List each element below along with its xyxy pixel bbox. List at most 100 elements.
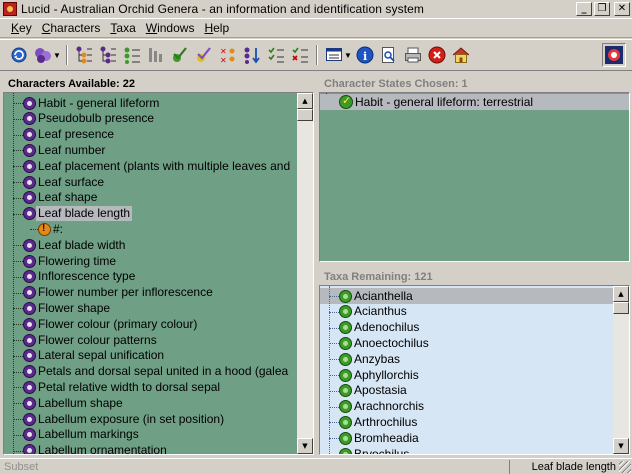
checklist-x-icon[interactable] xyxy=(289,44,311,66)
scroll-up-arrow-icon[interactable]: ▲ xyxy=(613,286,629,302)
character-item[interactable]: Leaf blade length xyxy=(4,206,133,222)
close-button[interactable]: ✕ xyxy=(614,2,630,16)
character-item[interactable]: Pseudobulb presence xyxy=(4,111,156,127)
taxon-item[interactable]: Aphyllorchis xyxy=(320,367,421,383)
taxon-item[interactable]: Anzybas xyxy=(320,351,402,367)
character-label: Labellum exposure (in set position) xyxy=(38,411,225,426)
states-chosen-tree[interactable]: Habit - general lifeform: terrestrial xyxy=(319,92,630,262)
resize-grip[interactable] xyxy=(619,461,631,473)
taxon-item[interactable]: Acianthella xyxy=(320,288,613,304)
character-item[interactable]: Inflorescence type xyxy=(4,269,137,285)
character-item[interactable]: Leaf placement (plants with multiple lea… xyxy=(4,158,292,174)
chosen-state-item[interactable]: Habit - general lifeform: terrestrial xyxy=(320,94,629,110)
character-icon xyxy=(23,128,36,142)
tree-connector xyxy=(13,118,23,120)
stop-icon[interactable] xyxy=(426,44,448,66)
character-item[interactable]: Labellum markings xyxy=(4,427,141,443)
character-item[interactable]: Lateral sepal unification xyxy=(4,348,166,364)
character-item[interactable]: Flower colour (primary colour) xyxy=(4,316,199,332)
taxon-item[interactable]: Arachnorchis xyxy=(320,399,426,415)
taxon-label: Aphyllorchis xyxy=(354,367,419,382)
character-tool-icon[interactable] xyxy=(145,44,167,66)
window-layout-dropdown-icon[interactable]: ▼ xyxy=(344,51,352,60)
character-label: Flower colour patterns xyxy=(38,332,157,347)
characters-scrollbar[interactable]: ▲ ▼ xyxy=(297,93,313,454)
character-item[interactable]: Petal relative width to dorsal sepal xyxy=(4,379,222,395)
taxon-item[interactable]: Acianthus xyxy=(320,304,409,320)
key-options-icon[interactable] xyxy=(32,44,54,66)
tree-connector xyxy=(329,359,339,361)
print-icon[interactable] xyxy=(402,44,424,66)
character-item[interactable]: Leaf number xyxy=(4,142,107,158)
menu-bar: Key Characters Taxa Windows Help xyxy=(0,19,632,38)
character-item[interactable]: Habit - general lifeform xyxy=(4,95,161,111)
character-icon xyxy=(23,396,36,410)
scroll-down-arrow-icon[interactable]: ▼ xyxy=(613,438,629,454)
menu-key-mnemonic: K xyxy=(11,21,20,35)
status-current-character: Leaf blade length xyxy=(531,460,616,473)
character-item[interactable]: Flower colour patterns xyxy=(4,332,159,348)
sort-characters-icon[interactable] xyxy=(241,44,263,66)
checklist-icon[interactable] xyxy=(265,44,287,66)
scroll-thumb[interactable] xyxy=(613,302,629,314)
taxon-item[interactable]: Apostasia xyxy=(320,383,409,399)
toolbar-separator xyxy=(66,45,68,65)
menu-help[interactable]: Help xyxy=(199,21,234,35)
menu-windows[interactable]: Windows xyxy=(141,21,200,35)
character-icon xyxy=(23,112,36,126)
character-item[interactable]: Leaf blade width xyxy=(4,237,127,253)
character-item[interactable]: Labellum ornamentation xyxy=(4,443,169,454)
scroll-thumb[interactable] xyxy=(297,109,313,121)
character-icon xyxy=(23,412,36,426)
character-item[interactable]: Flower shape xyxy=(4,300,112,316)
info-icon[interactable]: i xyxy=(354,44,376,66)
character-item[interactable]: Flowering time xyxy=(4,253,118,269)
chosen-state-icon xyxy=(339,94,353,109)
scroll-down-arrow-icon[interactable]: ▼ xyxy=(297,438,313,454)
character-item[interactable]: Leaf shape xyxy=(4,190,99,206)
taxa-remaining-tree[interactable]: Acianthella Acianthus Adenochilus Anoectoch… xyxy=(319,285,630,455)
minimize-button[interactable]: _ xyxy=(576,2,592,16)
menu-key[interactable]: Key xyxy=(6,21,37,35)
home-icon[interactable] xyxy=(450,44,472,66)
character-item[interactable]: Leaf surface xyxy=(4,174,106,190)
character-item[interactable]: Labellum shape xyxy=(4,395,125,411)
character-label: Leaf blade length xyxy=(36,206,133,222)
taxa-tree-icon[interactable] xyxy=(97,44,119,66)
taxon-item[interactable]: Anoectochilus xyxy=(320,335,431,351)
check-character-icon[interactable] xyxy=(193,44,215,66)
taxon-item[interactable]: Arthrochilus xyxy=(320,414,419,430)
app-icon[interactable] xyxy=(3,2,17,16)
character-item[interactable]: Petals and dorsal sepal united in a hood… xyxy=(4,364,290,380)
character-item[interactable]: Leaf presence xyxy=(4,127,116,143)
best-character-icon[interactable] xyxy=(169,44,191,66)
search-document-icon[interactable] xyxy=(378,44,400,66)
taxon-icon xyxy=(339,415,352,429)
tree-connector xyxy=(329,343,339,345)
character-item[interactable]: Flower number per inflorescence xyxy=(4,285,215,301)
character-icon xyxy=(23,191,36,205)
refresh-icon[interactable] xyxy=(8,44,30,66)
taxon-item[interactable]: Bromheadia xyxy=(320,430,421,446)
character-icon xyxy=(23,270,36,284)
window-layout-icon[interactable] xyxy=(323,44,345,66)
key-options-dropdown-icon[interactable]: ▼ xyxy=(53,51,61,60)
character-item[interactable]: Labellum exposure (in set position) xyxy=(4,411,226,427)
menu-taxa[interactable]: Taxa xyxy=(105,21,140,35)
menu-characters[interactable]: Characters xyxy=(37,21,106,35)
sort-taxa-icon[interactable]: ✕ ✕ xyxy=(217,44,239,66)
scroll-up-arrow-icon[interactable]: ▲ xyxy=(297,93,313,109)
sort-list-icon[interactable] xyxy=(121,44,143,66)
taxon-item[interactable]: Bryochilus xyxy=(320,446,411,454)
characters-available-tree[interactable]: Habit - general lifeform Pseudobulb prese… xyxy=(3,92,314,455)
taxon-item[interactable]: Adenochilus xyxy=(320,320,421,336)
chosen-state-label: Habit - general lifeform: terrestrial xyxy=(355,94,534,109)
title-bar[interactable]: Lucid - Australian Orchid Genera - an in… xyxy=(0,0,632,19)
characters-tree-icon[interactable] xyxy=(73,44,95,66)
lucid-logo-icon[interactable] xyxy=(602,43,626,67)
tree-connector xyxy=(13,276,23,278)
character-icon xyxy=(23,365,36,379)
taxa-scrollbar[interactable]: ▲ ▼ xyxy=(613,286,629,454)
restore-button[interactable]: ❐ xyxy=(594,2,610,16)
tree-connector xyxy=(329,390,339,392)
